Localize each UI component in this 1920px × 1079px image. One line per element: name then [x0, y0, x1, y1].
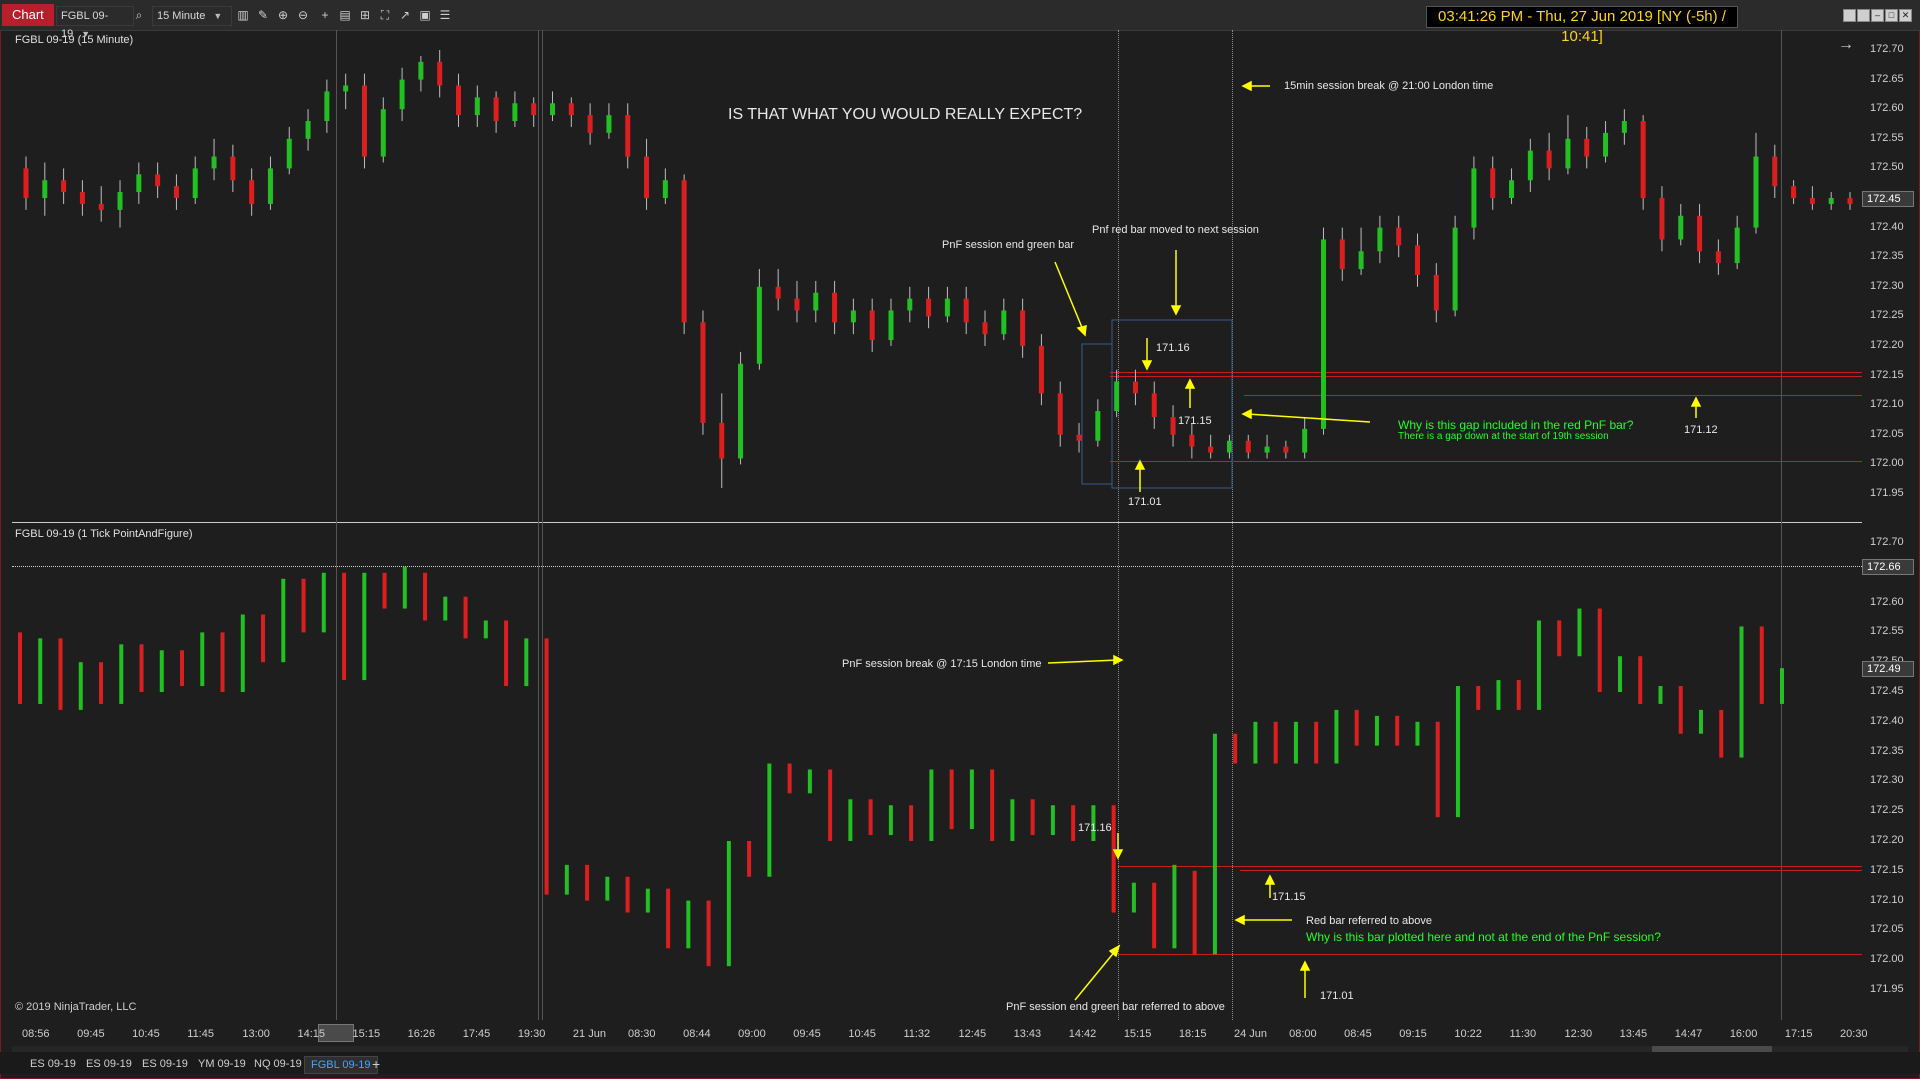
label-171-01-bottom: 171.01: [1320, 990, 1354, 1002]
top-last-price-badge: 172.45: [1862, 191, 1914, 207]
session-box: [1081, 343, 1113, 485]
annotation-pnf-session-break: PnF session break @ 17:15 London time: [842, 658, 1042, 670]
arrow-pnf-session-break: [1047, 659, 1119, 664]
label-171-16-top: 171.16: [1156, 342, 1190, 354]
time-tick: 10:45: [132, 1028, 160, 1040]
time-tick: 08:00: [1289, 1028, 1317, 1040]
time-tick: 15:15: [1123, 1028, 1152, 1040]
time-tick: 16:26: [407, 1028, 436, 1040]
arrow-gap-question: [1246, 413, 1371, 423]
time-tick: 12:30: [1564, 1028, 1593, 1040]
time-tick: 10:45: [848, 1028, 876, 1040]
instrument-tab[interactable]: YM 09-19: [192, 1056, 252, 1072]
label-171-15-top: 171.15: [1178, 415, 1212, 427]
annotation-overlay: [1047, 80, 1702, 1001]
time-tick: 24 Jun: [1234, 1028, 1268, 1040]
label-171-16-bottom: 171.16: [1078, 822, 1112, 834]
arrow-pnf-end-green: [1054, 261, 1084, 331]
time-axis[interactable]: 08:56 09:45 10:45 11:45 13:00 14:15 15:15 16:26…: [0, 1026, 1868, 1042]
time-tick: 20:30: [1840, 1028, 1868, 1040]
time-tick: 21 Jun: [572, 1028, 606, 1040]
arrow-head: [1241, 408, 1252, 420]
time-tick: 09:45: [793, 1028, 821, 1040]
annotation-gap-question: Why is this gap included in the red PnF …: [1398, 418, 1634, 432]
instrument-tab[interactable]: FGBL 09-19: [304, 1056, 378, 1074]
time-tick: 08:44: [683, 1028, 711, 1040]
annotation-red-moved: Pnf red bar moved to next session: [1092, 224, 1259, 236]
time-tick: 14:47: [1674, 1028, 1703, 1040]
price-tick: 172.00: [1870, 953, 1904, 966]
time-tick: 16:00: [1729, 1028, 1758, 1040]
arrow-head: [1076, 325, 1087, 337]
arrow-head: [1170, 305, 1182, 316]
annotation-pnf-end-green-ref: PnF session end green bar referred to ab…: [1006, 1001, 1225, 1013]
price-tick: 172.45: [1870, 685, 1904, 697]
price-tick: 172.15: [1870, 863, 1904, 876]
time-tick: 09:45: [77, 1028, 105, 1040]
price-tick: 172.60: [1870, 595, 1904, 608]
add-tab-icon[interactable]: +: [372, 1056, 380, 1072]
instrument-tab[interactable]: ES 09-19: [136, 1056, 194, 1072]
time-tick: 14:42: [1068, 1028, 1097, 1040]
instrument-tab[interactable]: ES 09-19: [24, 1056, 82, 1072]
arrow-head: [1112, 849, 1124, 860]
time-tick: 19:30: [517, 1028, 546, 1040]
annotation-pnf-end-green: PnF session end green bar: [942, 239, 1075, 251]
arrow-head: [1234, 914, 1245, 926]
time-tick: 08:56: [22, 1028, 50, 1040]
instrument-tabs: ES 09-19 ES 09-19 ES 09-19 YM 09-19 NQ 09-19…: [0, 1052, 1920, 1074]
price-tick: 171.95: [1870, 983, 1904, 995]
arrow-pnf-end-green-ref: [1074, 949, 1117, 1001]
arrow-head: [1184, 378, 1196, 389]
arrow-head: [1113, 654, 1124, 666]
time-tick: 12:45: [958, 1028, 987, 1040]
arrow-head: [1141, 360, 1153, 371]
price-tick: 172.05: [1870, 923, 1904, 936]
label-171-15-bottom: 171.15: [1272, 891, 1306, 903]
arrow-head: [1690, 396, 1702, 407]
time-tick: 11:30: [1509, 1028, 1537, 1040]
bottom-price-axis[interactable]: 172.70172.65172.60172.55172.50172.45172.…: [1862, 0, 1920, 1030]
price-tick: 172.10: [1870, 893, 1904, 906]
time-tick: 11:32: [903, 1028, 931, 1040]
time-tick: 08:30: [628, 1028, 656, 1040]
annotation-red-bar-ref: Red bar referred to above: [1306, 915, 1432, 927]
arrow-head: [1134, 459, 1146, 470]
time-tick: 08:45: [1344, 1028, 1372, 1040]
price-tick: 172.55: [1870, 625, 1904, 638]
instrument-tab[interactable]: ES 09-19: [80, 1056, 138, 1072]
price-tick: 172.20: [1870, 834, 1904, 846]
crosshair-price-badge: 172.66: [1862, 559, 1914, 575]
time-tick: 18:15: [1178, 1028, 1207, 1040]
price-tick: 172.70: [1870, 536, 1904, 548]
time-tick: 17:15: [1784, 1028, 1813, 1040]
annotation-gap-down: There is a gap down at the start of 19th…: [1398, 431, 1609, 442]
time-tick: 09:00: [738, 1028, 766, 1040]
price-tick: 172.25: [1870, 804, 1904, 817]
time-tick: 13:45: [1619, 1028, 1648, 1040]
time-tick: 10:22: [1454, 1028, 1482, 1040]
arrow-head: [1264, 874, 1276, 885]
time-tick: 11:45: [187, 1028, 214, 1040]
time-tick: 17:45: [462, 1028, 491, 1040]
arrow-head: [1241, 80, 1252, 92]
time-tick: 09:15: [1399, 1028, 1427, 1040]
time-tick: 13:43: [1013, 1028, 1042, 1040]
instrument-tab[interactable]: NQ 09-19: [248, 1056, 308, 1072]
time-tick: 15:15: [352, 1028, 381, 1040]
time-tick: 14:15: [297, 1028, 325, 1040]
price-tick: 172.40: [1870, 714, 1904, 727]
annotation-15min-break: 15min session break @ 21:00 London time: [1284, 80, 1494, 92]
price-tick: 172.35: [1870, 744, 1904, 757]
label-171-12: 171.12: [1684, 424, 1718, 436]
time-tick: 13:00: [242, 1028, 270, 1040]
headline-question: IS THAT WHAT YOU WOULD REALLY EXPECT?: [728, 106, 1083, 123]
arrow-head: [1299, 960, 1311, 971]
copyright: © 2019 NinjaTrader, LLC: [15, 1001, 137, 1013]
price-tick: 172.30: [1870, 774, 1904, 787]
annotation-why-plotted: Why is this bar plotted here and not at …: [1306, 930, 1661, 944]
label-171-01-top: 171.01: [1128, 496, 1162, 508]
bottom-last-price-badge: 172.49: [1862, 661, 1914, 677]
